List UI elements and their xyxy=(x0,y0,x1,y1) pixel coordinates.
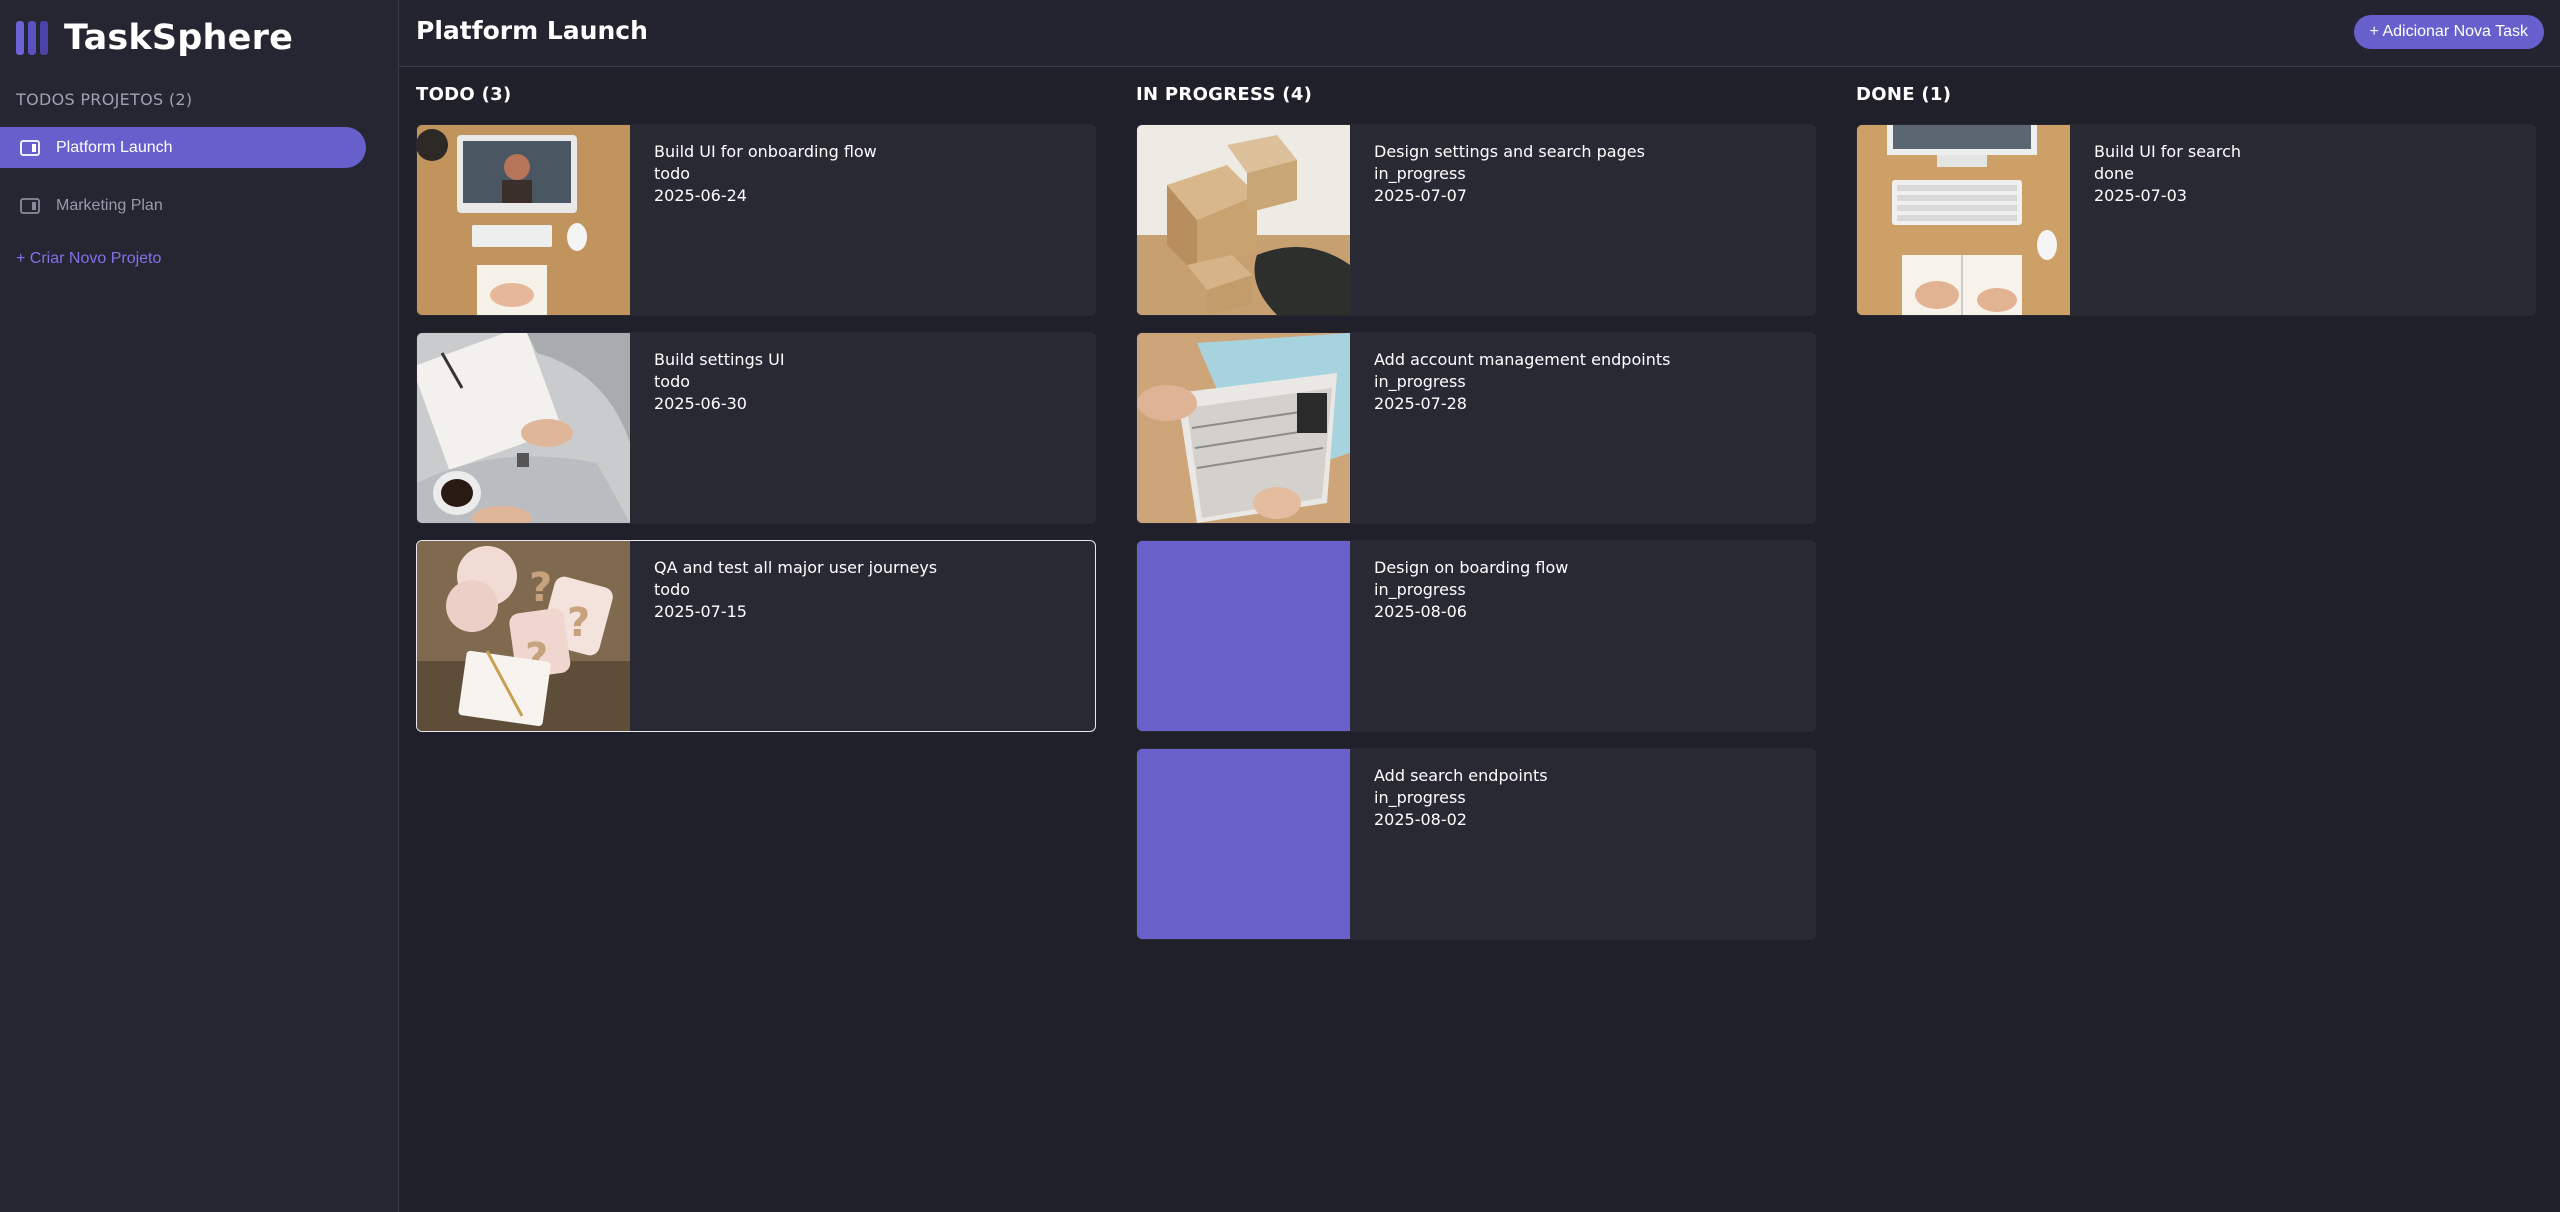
task-card[interactable]: ? ? ? QA and test all major user journey… xyxy=(416,540,1096,732)
task-status: todo xyxy=(654,580,691,599)
column-title: IN PROGRESS (4) xyxy=(1136,84,1313,105)
column-title: DONE (1) xyxy=(1856,84,1952,105)
project-list: Platform Launch Marketing Plan xyxy=(0,127,366,243)
task-card[interactable]: Build UI for search done 2025-07-03 xyxy=(1856,124,2536,316)
file-folder-photo xyxy=(1137,333,1350,523)
add-task-button[interactable]: + Adicionar Nova Task xyxy=(2353,15,2544,49)
task-status: in_progress xyxy=(1374,788,1466,807)
page-title: Platform Launch xyxy=(416,16,648,45)
sidebar-item-marketing-plan[interactable]: Marketing Plan xyxy=(0,185,366,226)
task-card-body: Design on boarding flow in_progress 2025… xyxy=(1350,541,1568,731)
task-title: Build UI for onboarding flow xyxy=(654,142,877,161)
projects-section-label: TODOS PROJETOS (2) xyxy=(16,90,193,109)
task-date: 2025-06-24 xyxy=(654,186,747,205)
header: Platform Launch + Adicionar Nova Task xyxy=(399,0,2560,67)
task-card-body: Design settings and search pages in_prog… xyxy=(1350,125,1645,315)
task-card[interactable]: Design settings and search pages in_prog… xyxy=(1136,124,1816,316)
task-title: Add account management endpoints xyxy=(1374,350,1671,369)
task-card[interactable]: Build settings UI todo 2025-06-30 xyxy=(416,332,1096,524)
svg-text:?: ? xyxy=(567,600,590,646)
task-date: 2025-07-15 xyxy=(654,602,747,621)
brand-name: TaskSphere xyxy=(64,18,294,58)
task-status: done xyxy=(2094,164,2134,183)
task-title: Add search endpoints xyxy=(1374,766,1548,785)
sidebar: TaskSphere TODOS PROJETOS (2) Platform L… xyxy=(0,0,399,1212)
task-date: 2025-07-03 xyxy=(2094,186,2187,205)
brand: TaskSphere xyxy=(16,18,293,58)
task-title: QA and test all major user journeys xyxy=(654,558,938,577)
keyboard-desk-photo xyxy=(1857,125,2070,315)
task-card-body: Build settings UI todo 2025-06-30 xyxy=(630,333,785,523)
writing-coffee-photo xyxy=(417,333,630,523)
desk-video-call-photo xyxy=(417,125,630,315)
task-card-body: Add account management endpoints in_prog… xyxy=(1350,333,1670,523)
main-content: Platform Launch + Adicionar Nova Task TO… xyxy=(399,0,2560,1212)
task-card-body: Add search endpoints in_progress 2025-08… xyxy=(1350,749,1548,939)
column-todo: TODO (3) Build UI for onboarding flow to… xyxy=(416,84,1096,956)
task-card-body: Build UI for onboarding flow todo 2025-0… xyxy=(630,125,877,315)
task-title: Design on boarding flow xyxy=(1374,558,1569,577)
task-date: 2025-08-02 xyxy=(1374,810,1467,829)
task-card[interactable]: Add search endpoints in_progress 2025-08… xyxy=(1136,748,1816,940)
svg-text:?: ? xyxy=(529,565,552,611)
image-placeholder xyxy=(1137,749,1350,939)
task-date: 2025-07-28 xyxy=(1374,394,1467,413)
create-project-button[interactable]: + Criar Novo Projeto xyxy=(16,250,161,268)
task-status: todo xyxy=(654,164,691,183)
task-date: 2025-08-06 xyxy=(1374,602,1467,621)
column-in-progress: IN PROGRESS (4) Design settings and sear… xyxy=(1136,84,1816,956)
task-title: Design settings and search pages xyxy=(1374,142,1645,161)
column-title: TODO (3) xyxy=(416,84,512,105)
task-title: Build UI for search xyxy=(2094,142,2241,161)
task-card[interactable]: Build UI for onboarding flow todo 2025-0… xyxy=(416,124,1096,316)
task-status: in_progress xyxy=(1374,580,1466,599)
sidebar-item-label: Platform Launch xyxy=(56,138,173,156)
sidebar-item-platform-launch[interactable]: Platform Launch xyxy=(0,127,366,168)
task-card-body: QA and test all major user journeys todo… xyxy=(630,541,937,731)
task-status: todo xyxy=(654,372,691,391)
task-card[interactable]: Design on boarding flow in_progress 2025… xyxy=(1136,540,1816,732)
cardboard-boxes-photo xyxy=(1137,125,1350,315)
task-card-body: Build UI for search done 2025-07-03 xyxy=(2070,125,2241,315)
board-icon xyxy=(20,197,40,214)
sidebar-item-label: Marketing Plan xyxy=(56,196,163,214)
task-status: in_progress xyxy=(1374,164,1466,183)
image-placeholder xyxy=(1137,541,1350,731)
kanban-board: TODO (3) Build UI for onboarding flow to… xyxy=(416,84,2536,956)
question-marks-photo: ? ? ? xyxy=(417,541,630,731)
tasksphere-logo-icon xyxy=(16,21,48,55)
task-date: 2025-07-07 xyxy=(1374,186,1467,205)
task-card[interactable]: Add account management endpoints in_prog… xyxy=(1136,332,1816,524)
task-date: 2025-06-30 xyxy=(654,394,747,413)
app-root: TaskSphere TODOS PROJETOS (2) Platform L… xyxy=(0,0,2560,1212)
task-status: in_progress xyxy=(1374,372,1466,391)
task-title: Build settings UI xyxy=(654,350,785,369)
column-done: DONE (1) Build UI for search done 2025-0… xyxy=(1856,84,2536,956)
board-icon xyxy=(20,139,40,156)
